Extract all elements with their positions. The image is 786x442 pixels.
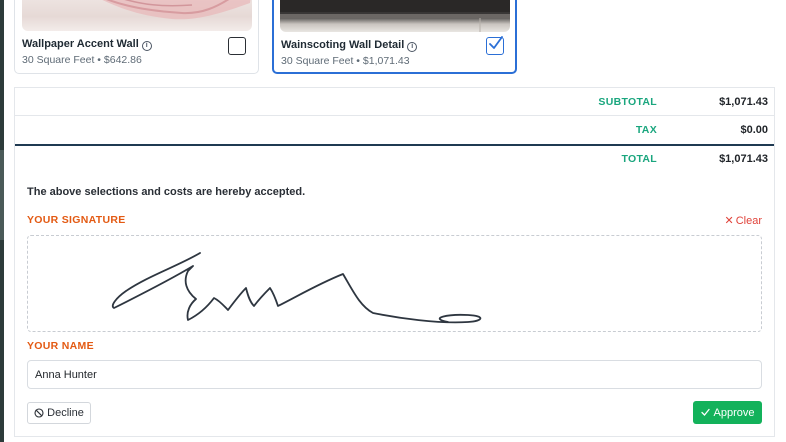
signature-label: YOUR SIGNATURE <box>27 214 126 226</box>
tax-row: TAX $0.00 <box>15 116 774 144</box>
product-detail: 30 Square Feet • $1,071.43 <box>281 55 410 67</box>
info-icon[interactable]: i <box>141 41 152 51</box>
approve-button[interactable]: Approve <box>693 401 762 424</box>
total-row: TOTAL $1,071.43 <box>15 146 774 174</box>
decline-button[interactable]: Decline <box>27 402 91 424</box>
tax-value: $0.00 <box>740 124 768 136</box>
product-image-wallpaper <box>22 0 252 31</box>
decline-label: Decline <box>47 407 84 419</box>
select-checkbox-wainscoting[interactable] <box>486 36 504 55</box>
subtotal-value: $1,071.43 <box>719 96 768 108</box>
product-image-wainscoting <box>280 0 510 32</box>
product-card-wallpaper[interactable]: Wallpaper Accent Wall i 30 Square Feet • … <box>14 0 259 74</box>
total-label: TOTAL <box>621 153 657 165</box>
signature-pad[interactable] <box>27 235 762 332</box>
left-rail <box>0 0 4 442</box>
select-checkbox-wallpaper[interactable] <box>228 37 246 55</box>
left-rail-segment <box>0 150 4 240</box>
name-label: YOUR NAME <box>27 340 94 352</box>
product-card-wainscoting[interactable]: Wainscoting Wall Detail i 30 Square Feet … <box>272 0 517 74</box>
checkmark-icon <box>700 408 710 416</box>
clear-signature-button[interactable]: ✕ Clear <box>724 214 762 227</box>
signature-drawing <box>111 252 482 324</box>
product-title: Wallpaper Accent Wall i <box>22 38 152 51</box>
name-input[interactable] <box>27 360 762 389</box>
product-detail: 30 Square Feet • $642.86 <box>22 54 142 66</box>
approval-panel: SUBTOTAL $1,071.43 TAX $0.00 TOTAL $1,07… <box>14 87 775 437</box>
approve-label: Approve <box>713 406 755 419</box>
subtotal-label: SUBTOTAL <box>598 96 657 108</box>
checkmark-icon <box>489 36 503 49</box>
total-value: $1,071.43 <box>719 153 768 165</box>
ban-icon <box>34 408 44 418</box>
product-title: Wainscoting Wall Detail i <box>281 39 418 52</box>
tax-label: TAX <box>635 124 657 136</box>
acceptance-statement: The above selections and costs are hereb… <box>27 186 306 198</box>
info-icon[interactable]: i <box>407 42 418 52</box>
close-icon: ✕ <box>724 215 734 227</box>
subtotal-row: SUBTOTAL $1,071.43 <box>15 88 774 116</box>
